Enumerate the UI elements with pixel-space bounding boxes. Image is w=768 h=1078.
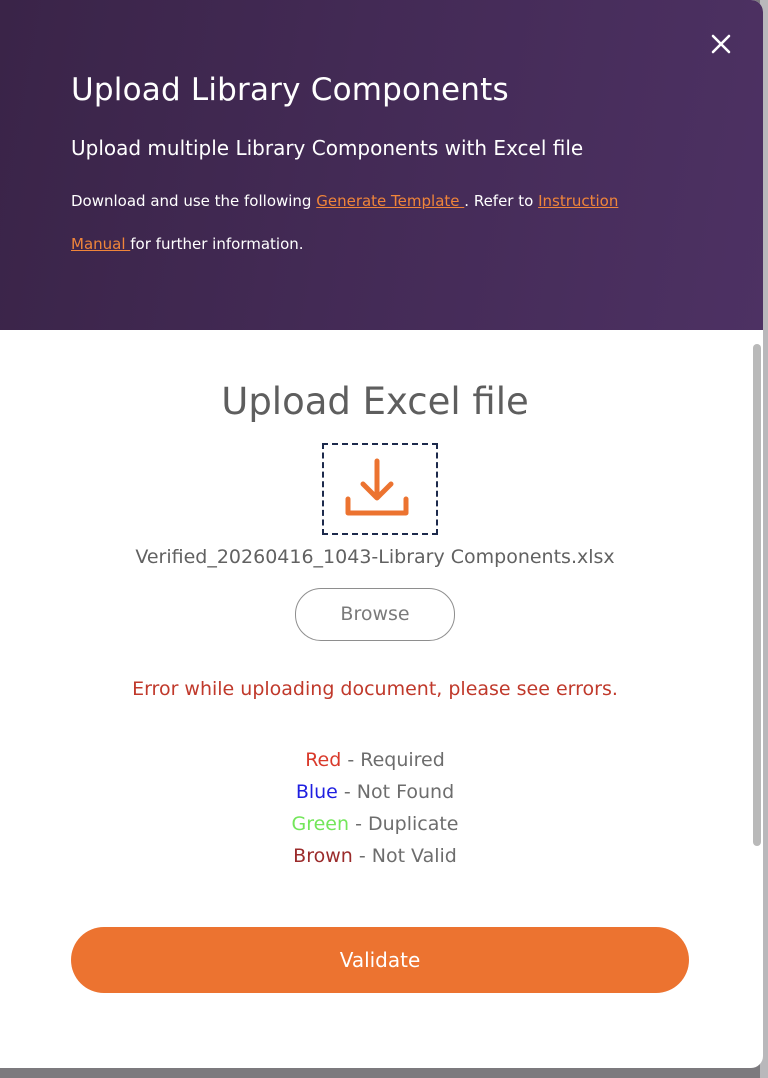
legend-desc-red: - Required [341, 749, 445, 771]
file-drop-zone[interactable] [322, 443, 438, 535]
close-icon [711, 34, 731, 54]
legend-item-red: Red - Required [0, 744, 750, 776]
download-icon [345, 458, 409, 516]
error-message: Error while uploading document, please s… [132, 678, 618, 700]
modal-scrollbar[interactable] [753, 344, 761, 846]
selected-file-name: Verified_20260416_1043-Library Component… [135, 546, 615, 568]
legend-item-green: Green - Duplicate [0, 808, 750, 840]
validate-button[interactable]: Validate [71, 927, 689, 993]
legend-desc-blue: - Not Found [337, 781, 455, 803]
legend-color-blue: Blue [295, 781, 338, 803]
modal-header: Upload Library Components Upload multipl… [0, 0, 763, 330]
upload-title: Upload Excel file [221, 380, 529, 423]
legend-color-brown: Brown [293, 845, 353, 867]
browse-button[interactable]: Browse [295, 588, 455, 641]
legend-item-blue: Blue - Not Found [0, 776, 750, 808]
close-button[interactable] [705, 28, 737, 60]
legend-desc-brown: - Not Valid [352, 845, 457, 867]
upload-modal: Upload Library Components Upload multipl… [0, 0, 763, 1068]
modal-subtitle: Upload multiple Library Components with … [71, 136, 584, 160]
legend-item-brown: Brown - Not Valid [0, 840, 750, 872]
generate-template-link[interactable]: Generate Template [316, 192, 464, 210]
error-legend: Red - Required Blue - Not Found Green - … [0, 744, 750, 872]
modal-description: Download and use the following Generate … [71, 180, 671, 266]
legend-color-red: Red [305, 749, 342, 771]
legend-desc-green: - Duplicate [349, 813, 459, 835]
desc-prefix: Download and use the following [71, 192, 317, 210]
modal-title: Upload Library Components [71, 72, 509, 108]
desc-middle: . Refer to [464, 192, 539, 210]
desc-suffix: for further information. [130, 235, 304, 253]
legend-color-green: Green [291, 813, 350, 835]
